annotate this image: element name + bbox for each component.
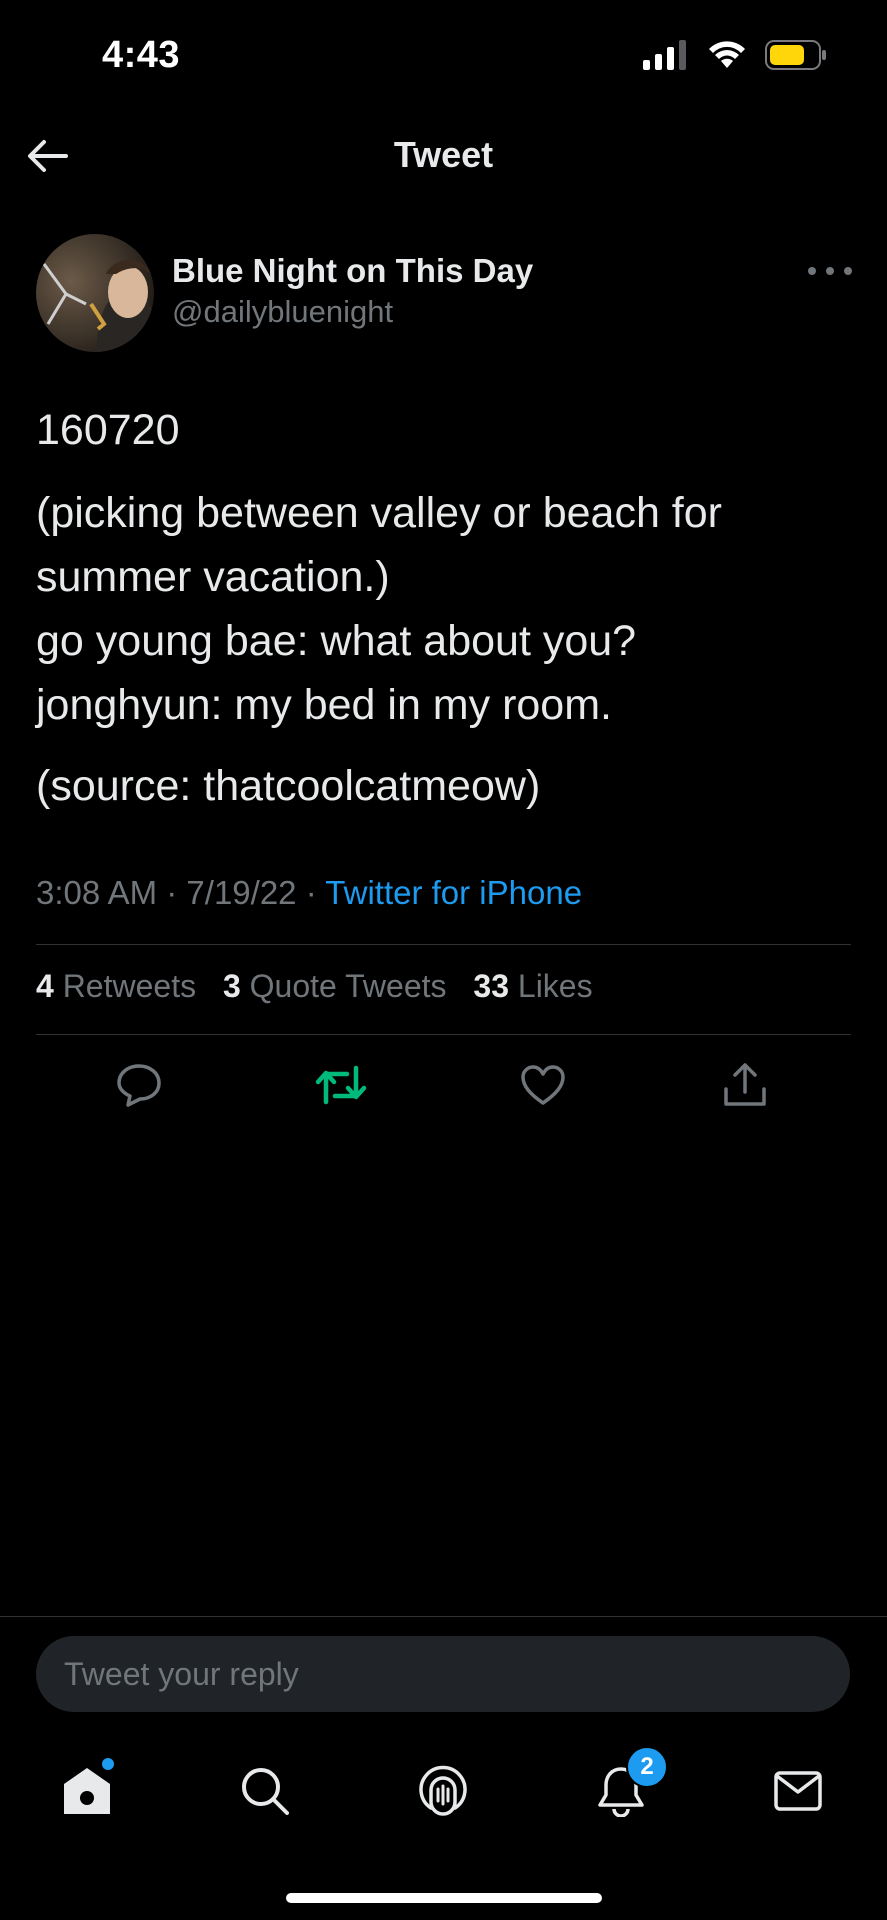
quotes-count: 3 (222, 968, 241, 1004)
page-title: Tweet (393, 134, 494, 175)
quote-tweets-stat[interactable]: 3 Quote Tweets (223, 968, 447, 1004)
tweet-source-link[interactable]: Twitter for iPhone (325, 874, 582, 911)
composer-divider (0, 1616, 887, 1617)
more-options-button[interactable] (808, 256, 852, 286)
retweets-count: 4 (36, 968, 54, 1004)
tweet-text-line: (source: thatcoolcatmeow) (36, 762, 541, 810)
spaces-icon (419, 1765, 467, 1816)
retweet-icon (315, 1065, 367, 1105)
like-icon (521, 1065, 565, 1105)
quotes-label: Quote Tweets (249, 968, 447, 1004)
status-icons (643, 40, 827, 70)
reply-button[interactable] (104, 1058, 174, 1112)
nav-search[interactable] (230, 1756, 300, 1826)
author-handle[interactable]: @dailybluenight (172, 294, 393, 330)
nav-notifications[interactable]: 2 (586, 1746, 668, 1826)
tweet-stats: 4 Retweets 3 Quote Tweets 33 Likes (36, 968, 611, 1005)
more-dot-icon (808, 267, 816, 275)
divider (36, 1034, 851, 1035)
share-button[interactable] (710, 1058, 780, 1112)
likes-stat[interactable]: 33 Likes (473, 968, 592, 1004)
wifi-icon (709, 41, 745, 68)
nav-spaces[interactable] (408, 1756, 478, 1826)
retweet-button[interactable] (306, 1058, 376, 1112)
retweets-stat[interactable]: 4 Retweets (36, 968, 196, 1004)
tweet-date: 7/19/22 (186, 874, 297, 911)
author-name[interactable]: Blue Night on This Day (172, 252, 533, 290)
avatar-image (36, 234, 154, 352)
home-icon (64, 1768, 110, 1814)
more-dot-icon (844, 267, 852, 275)
like-button[interactable] (508, 1058, 578, 1112)
tweet-text-line: jonghyun: my bed in my room. (36, 681, 612, 729)
messages-icon (774, 1771, 822, 1811)
likes-count: 33 (473, 968, 509, 1004)
tweet-time: 3:08 AM (36, 874, 158, 911)
reply-input[interactable] (36, 1636, 850, 1712)
tweet-text-line: go young bae: what about you? (36, 617, 637, 665)
divider (36, 944, 851, 945)
reply-composer[interactable] (36, 1636, 850, 1712)
notifications-badge: 2 (626, 1746, 668, 1788)
tweet-text-line: (picking between valley or beach for (36, 489, 722, 537)
home-indicator[interactable] (286, 1893, 602, 1903)
tweet-meta: 3:08 AM · 7/19/22 · Twitter for iPhone (36, 874, 582, 912)
retweets-label: Retweets (62, 968, 197, 1004)
share-icon (724, 1063, 766, 1106)
tweet-text-line: summer vacation.) (36, 553, 390, 601)
likes-label: Likes (517, 968, 593, 1004)
meta-separator: · (305, 874, 317, 911)
nav-messages[interactable] (763, 1756, 833, 1826)
tweet-text-line: 160720 (36, 406, 180, 454)
battery-icon (765, 40, 826, 70)
status-time: 4:43 (102, 34, 181, 76)
cellular-signal-icon (643, 40, 686, 70)
more-dot-icon (826, 267, 834, 275)
reply-icon (117, 1064, 161, 1107)
meta-separator: · (166, 874, 178, 911)
avatar[interactable] (36, 234, 154, 352)
home-unread-dot (102, 1758, 114, 1770)
search-icon (242, 1768, 289, 1815)
nav-home[interactable] (52, 1756, 122, 1826)
